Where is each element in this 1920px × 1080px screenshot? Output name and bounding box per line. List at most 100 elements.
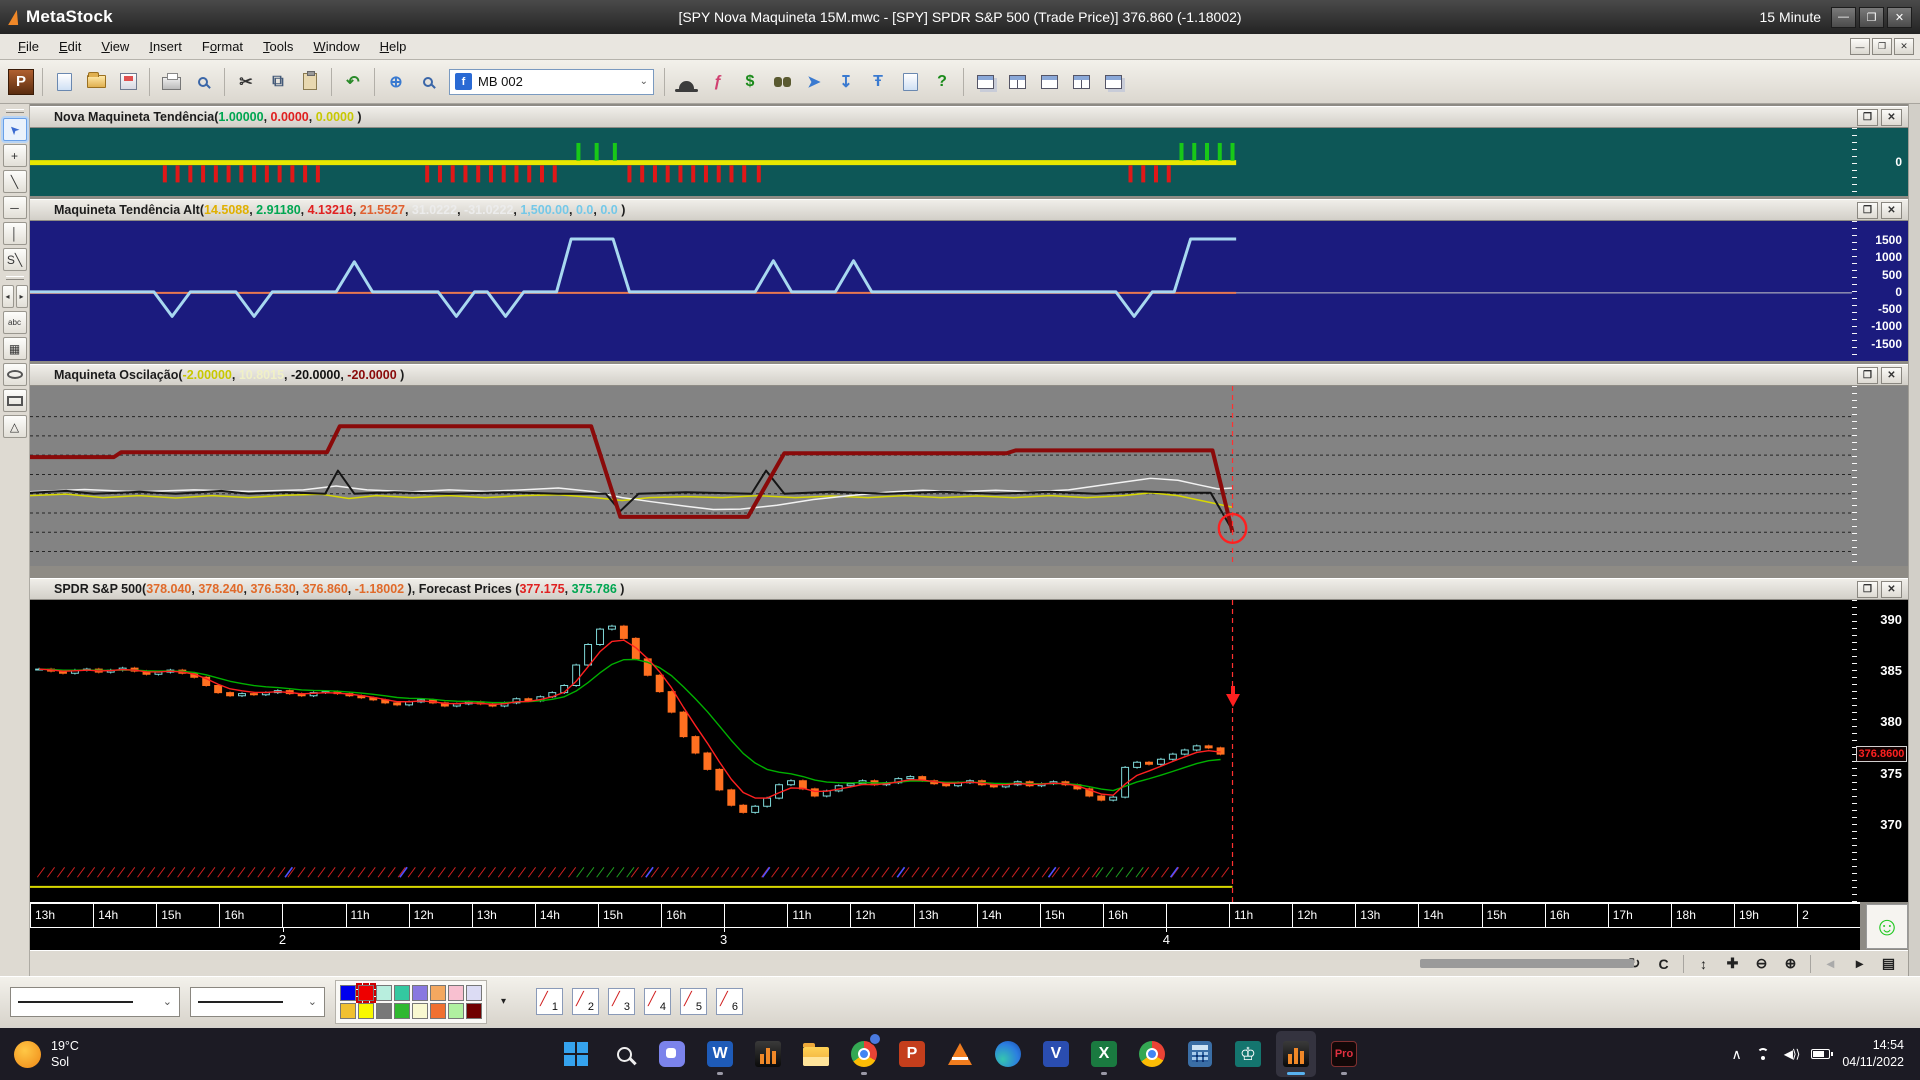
plot-area-p2[interactable] (30, 221, 1852, 361)
pointer-target-button[interactable]: ⊕ (381, 67, 411, 97)
taskbar-clock[interactable]: 14:54 04/11/2022 (1842, 1037, 1904, 1071)
color-swatch[interactable] (358, 1003, 374, 1019)
mdi-minimize-button[interactable]: — (1850, 38, 1870, 55)
color-swatch[interactable] (430, 985, 446, 1001)
visio-button[interactable]: V (1036, 1031, 1076, 1077)
power-console-button[interactable]: P (6, 67, 36, 97)
chrome-button[interactable] (1132, 1031, 1172, 1077)
menu-tools[interactable]: Tools (253, 36, 303, 57)
semilog-tool[interactable]: S╲ (3, 248, 27, 271)
downloader-button[interactable]: ↧ (831, 67, 861, 97)
menu-help[interactable]: Help (370, 36, 417, 57)
text-note-tool[interactable]: abc (3, 311, 27, 334)
powerpoint-button[interactable]: P (892, 1031, 932, 1077)
panel-maximize-button[interactable]: ❐ (1857, 109, 1878, 126)
enhanced-explorer-button[interactable]: ➤ (799, 67, 829, 97)
menu-format[interactable]: Format (192, 36, 253, 57)
cascade-windows-button[interactable] (970, 67, 1000, 97)
panel-header-p3[interactable]: Maquineta Oscilação (-2.00000, 10.8015, … (30, 364, 1908, 386)
pan-button[interactable]: ✚ (1719, 953, 1746, 975)
search-button[interactable] (604, 1031, 644, 1077)
save-chart-button[interactable] (113, 67, 143, 97)
menu-insert[interactable]: Insert (139, 36, 192, 57)
color-swatch[interactable] (358, 985, 374, 1001)
paste-button[interactable] (295, 67, 325, 97)
copy-button[interactable]: ⧉ (263, 67, 293, 97)
crosshair-tool[interactable]: + (3, 144, 27, 167)
menu-edit[interactable]: Edit (49, 36, 91, 57)
color-swatch[interactable] (466, 1003, 482, 1019)
fit-vertical-button[interactable]: ↕ (1690, 953, 1717, 975)
help-pointer-button[interactable]: ? (927, 67, 957, 97)
close-button[interactable]: ✕ (1887, 7, 1912, 28)
chess-button[interactable]: ♔ (1228, 1031, 1268, 1077)
panel-close-button[interactable]: ✕ (1881, 202, 1902, 219)
chart-preset-2-button[interactable]: 2 (572, 988, 599, 1015)
menu-view[interactable]: View (91, 36, 139, 57)
mdi-close-button[interactable]: ✕ (1894, 38, 1914, 55)
color-swatch[interactable] (430, 1003, 446, 1019)
print-button[interactable] (156, 67, 186, 97)
smiley-button[interactable]: ☺ (1866, 904, 1908, 949)
price-scale-p3[interactable] (1852, 386, 1908, 566)
line-weight-dropdown[interactable]: ⌄ (190, 987, 325, 1017)
panel-header-p2[interactable]: Maquineta Tendência Alt (14.5088, 2.9118… (30, 199, 1908, 221)
vertical-line-tool[interactable]: │ (3, 222, 27, 245)
pointer-tool[interactable]: ➤ (3, 118, 27, 141)
zoom-box-button[interactable] (413, 67, 443, 97)
metastock-active-button[interactable] (1276, 1031, 1316, 1077)
taskbar-weather[interactable]: 19°C Sol (14, 1028, 79, 1080)
maximize-button[interactable]: ❐ (1859, 7, 1884, 28)
tray-chevron-icon[interactable]: ∧ (1732, 1046, 1742, 1063)
panel-header-p1[interactable]: Nova Maquineta Tendência (1.00000, 0.000… (30, 106, 1908, 128)
grid-tool[interactable]: ▦ (3, 337, 27, 360)
expert-advisor-button[interactable] (671, 67, 701, 97)
start-button[interactable] (556, 1031, 596, 1077)
plot-area-p1[interactable] (30, 128, 1852, 196)
layout-template-combo[interactable]: fMB 002⌄ (449, 69, 654, 95)
color-swatch[interactable] (412, 1003, 428, 1019)
triangle-tool[interactable]: △ (3, 415, 27, 438)
color-swatch[interactable] (376, 985, 392, 1001)
calculator-button[interactable] (1180, 1031, 1220, 1077)
window-options-button[interactable] (1098, 67, 1128, 97)
zoom-in-button[interactable]: ⊕ (1777, 953, 1804, 975)
cut-button[interactable]: ✂ (231, 67, 261, 97)
file-explorer-button[interactable] (796, 1031, 836, 1077)
panel-close-button[interactable]: ✕ (1881, 109, 1902, 126)
edge-button[interactable] (988, 1031, 1028, 1077)
vlc-button[interactable] (940, 1031, 980, 1077)
word-button[interactable]: W (700, 1031, 740, 1077)
scroll-left-button[interactable]: ◂ (2, 285, 14, 308)
plot-area-p3[interactable] (30, 386, 1852, 566)
zoom-out-button[interactable]: ⊖ (1748, 953, 1775, 975)
new-chart-button[interactable] (49, 67, 79, 97)
tile-quad-button[interactable] (1066, 67, 1096, 97)
report-button[interactable] (895, 67, 925, 97)
panel-maximize-button[interactable]: ❐ (1857, 367, 1878, 384)
excel-button[interactable]: X (1084, 1031, 1124, 1077)
chrome-profile-button[interactable] (844, 1031, 884, 1077)
print-preview-button[interactable] (188, 67, 218, 97)
indicator-builder-button[interactable]: ƒ (703, 67, 733, 97)
options-scope-button[interactable]: $ (735, 67, 765, 97)
menu-file[interactable]: File (8, 36, 49, 57)
price-scale-p4[interactable]: 390385380375370376.8600 (1852, 600, 1908, 902)
battery-icon[interactable] (1811, 1049, 1830, 1059)
tile-horizontal-button[interactable] (1034, 67, 1064, 97)
chart-preset-5-button[interactable]: 5 (680, 988, 707, 1015)
panel-maximize-button[interactable]: ❐ (1857, 581, 1878, 598)
menu-window[interactable]: Window (303, 36, 369, 57)
chart-preset-4-button[interactable]: 4 (644, 988, 671, 1015)
data-window-button[interactable]: ▤ (1875, 953, 1902, 975)
panel-close-button[interactable]: ✕ (1881, 367, 1902, 384)
explorer-button[interactable] (767, 67, 797, 97)
color-swatch[interactable] (376, 1003, 392, 1019)
color-swatch[interactable] (448, 985, 464, 1001)
page-prev-button[interactable]: ◂ (1817, 953, 1844, 975)
chart-preset-6-button[interactable]: 6 (716, 988, 743, 1015)
scroll-right-button[interactable]: ▸ (16, 285, 28, 308)
rectangle-tool[interactable] (3, 389, 27, 412)
recalc-button[interactable]: C (1650, 953, 1677, 975)
minimize-button[interactable]: — (1831, 7, 1856, 28)
